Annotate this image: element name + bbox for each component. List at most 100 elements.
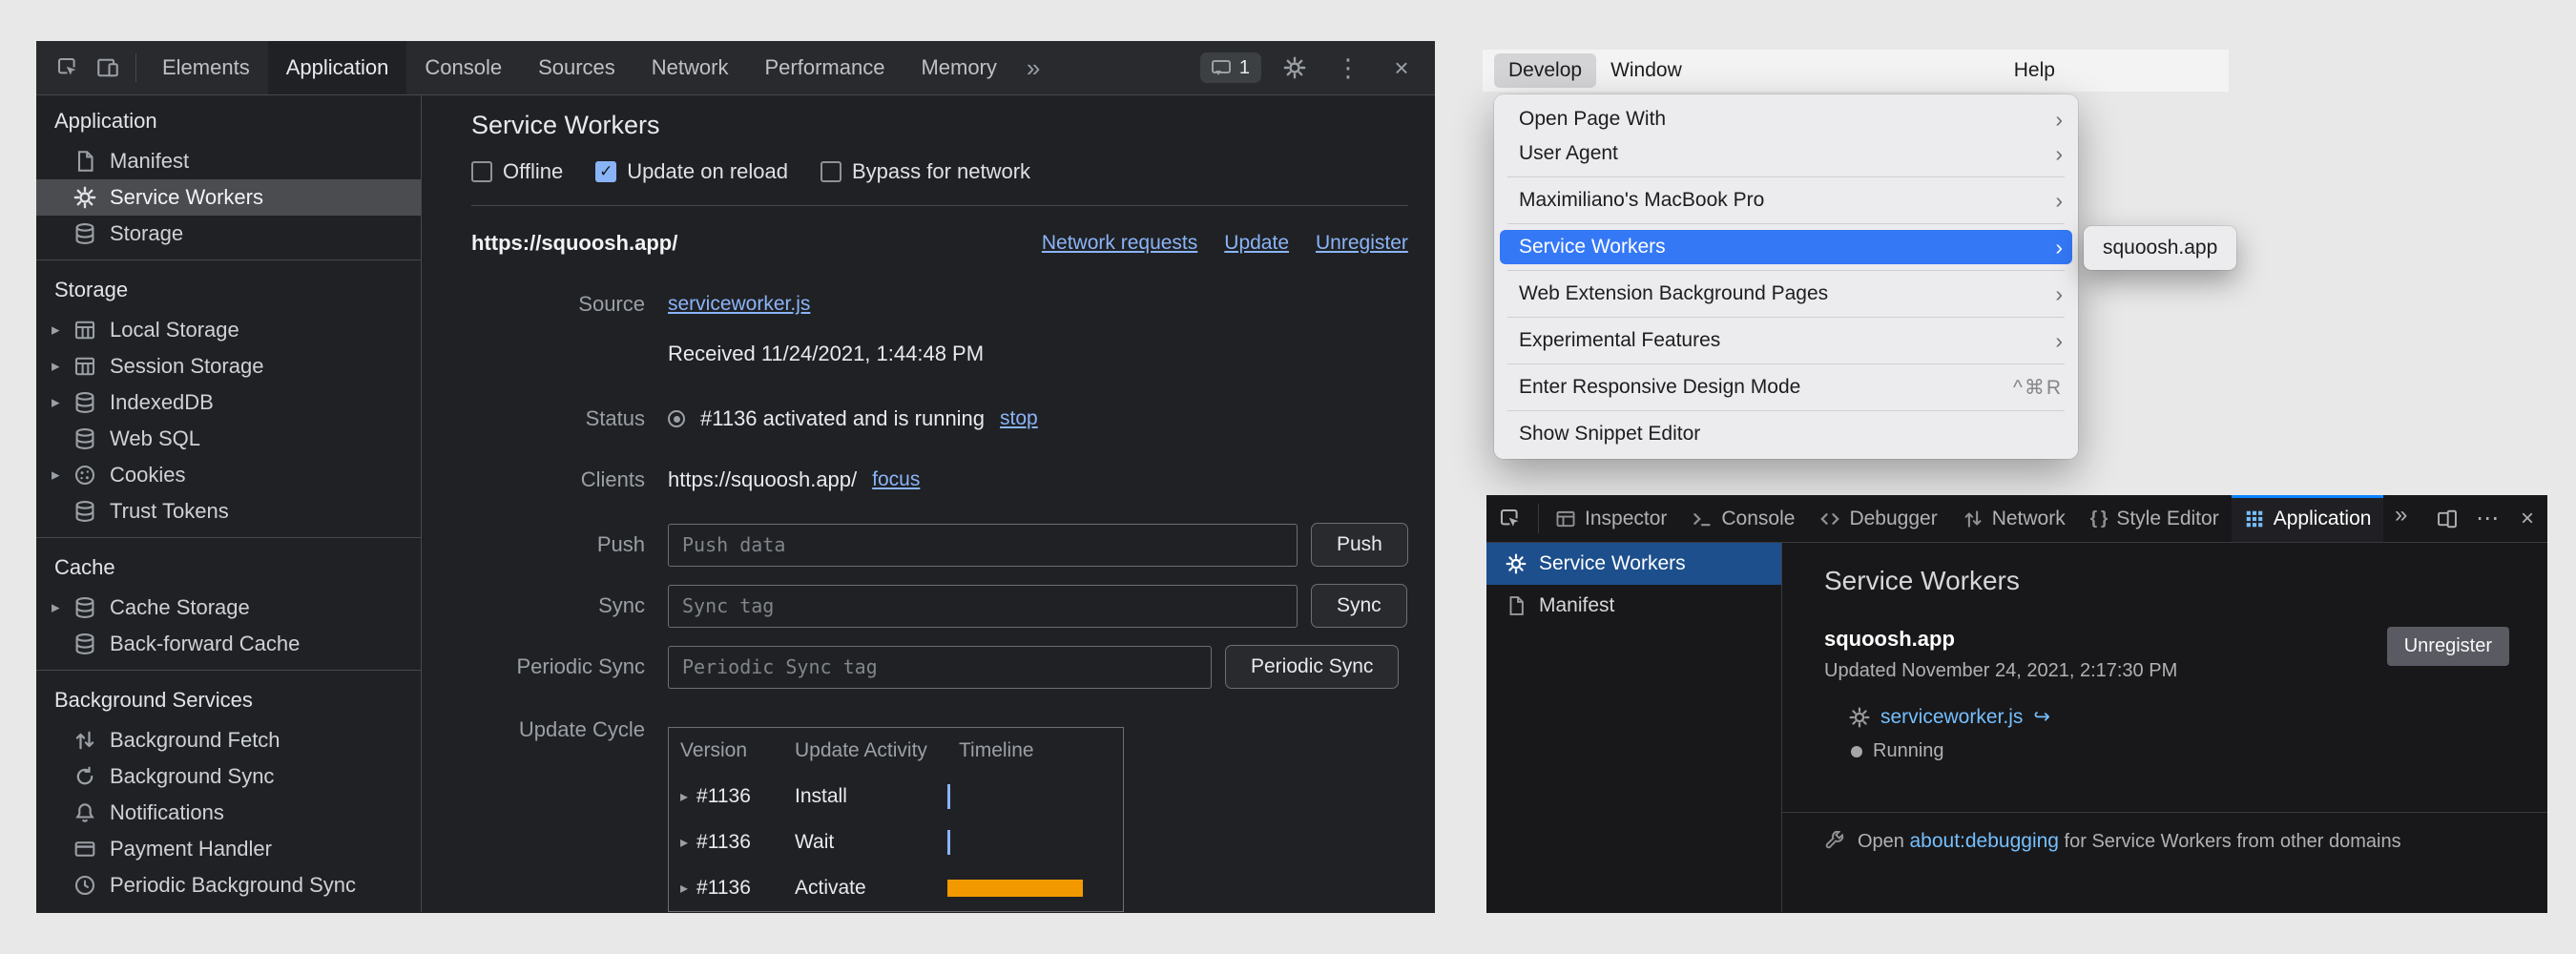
tab-console[interactable]: Console [406, 41, 520, 94]
menubar-item-help[interactable]: Help [2000, 53, 2069, 88]
tab-inspector[interactable]: Inspector [1543, 495, 1679, 542]
expand-arrow-icon[interactable] [52, 393, 73, 412]
sidebar-item-back-forward-cache[interactable]: Back-forward Cache [36, 626, 421, 662]
table-row[interactable]: #1136 Wait [669, 819, 1123, 865]
sidebar-item-payment-handler[interactable]: Payment Handler [36, 831, 421, 867]
source-label: Source [471, 292, 645, 317]
responsive-design-mode-icon[interactable] [2427, 499, 2467, 539]
close-devtools-icon[interactable]: × [2507, 499, 2547, 539]
tab-network[interactable]: Network [1950, 495, 2078, 542]
submenu-item-squoosh-app[interactable]: squoosh.app [2103, 237, 2217, 259]
more-tabs-chevron-icon[interactable]: » [1015, 41, 1051, 94]
close-devtools-icon[interactable]: × [1381, 48, 1422, 88]
device-toolbar-icon[interactable] [88, 48, 128, 88]
expand-arrow-icon[interactable] [680, 833, 688, 852]
menu-item-user-agent[interactable]: User Agent [1494, 136, 2078, 171]
sidebar-item-manifest[interactable]: Manifest [1486, 585, 1781, 627]
sidebar-item-local-storage[interactable]: Local Storage [36, 312, 421, 348]
menu-item-experimental-features[interactable]: Experimental Features [1494, 323, 2078, 358]
unregister-button[interactable]: Unregister [2387, 627, 2509, 666]
offline-checkbox-group[interactable]: Offline [471, 159, 563, 184]
network-requests-link[interactable]: Network requests [1042, 232, 1197, 255]
menubar-item-develop[interactable]: Develop [1494, 53, 1596, 88]
push-data-input[interactable] [668, 524, 1298, 567]
menu-item-enter-responsive-design-mode[interactable]: Enter Responsive Design Mode^⌘R [1494, 370, 2078, 404]
tab-performance[interactable]: Performance [746, 41, 903, 94]
unregister-link[interactable]: Unregister [1316, 232, 1408, 255]
serviceworker-js-link[interactable]: serviceworker.js [668, 293, 810, 316]
sidebar-item-manifest[interactable]: Manifest [36, 143, 421, 179]
push-button[interactable]: Push [1311, 523, 1408, 567]
menu-item-service-workers[interactable]: Service Workers [1500, 230, 2072, 264]
bell-icon [73, 801, 97, 824]
issues-button[interactable]: 1 [1200, 52, 1261, 83]
update-on-reload-checkbox-group[interactable]: Update on reload [595, 159, 788, 184]
expand-arrow-icon[interactable] [52, 357, 73, 376]
update-link[interactable]: Update [1224, 232, 1289, 255]
more-options-icon[interactable]: ⋮ [1328, 48, 1368, 88]
clock-icon [73, 874, 97, 897]
sidebar-item-background-sync[interactable]: Background Sync [36, 758, 421, 795]
inspect-element-icon[interactable] [48, 48, 88, 88]
element-picker-icon[interactable] [1486, 495, 1534, 542]
application-sidebar: Service Workers Manifest [1486, 543, 1782, 912]
sidebar-item-trust-tokens[interactable]: Trust Tokens [36, 493, 421, 529]
expand-arrow-icon[interactable] [680, 787, 688, 806]
chrome-devtools-window: Elements Application Console Sources Net… [36, 41, 1435, 913]
expand-arrow-icon[interactable] [52, 321, 73, 340]
sync-tag-input[interactable] [668, 585, 1298, 628]
updated-timestamp: Updated November 24, 2021, 2:17:30 PM [1824, 660, 2177, 682]
tab-debugger[interactable]: Debugger [1807, 495, 1949, 542]
sidebar-item-service-workers[interactable]: Service Workers [1486, 543, 1781, 585]
sidebar-item-cache-storage[interactable]: Cache Storage [36, 590, 421, 626]
sidebar-item-cookies[interactable]: Cookies [36, 457, 421, 493]
tab-network[interactable]: Network [634, 41, 747, 94]
sidebar-item-web-sql[interactable]: Web SQL [36, 421, 421, 457]
menu-item-macbook-pro[interactable]: Maximiliano's MacBook Pro [1494, 183, 2078, 218]
periodic-sync-button[interactable]: Periodic Sync [1225, 645, 1399, 689]
expand-arrow-icon[interactable] [52, 466, 73, 485]
gear-icon [73, 186, 97, 209]
menu-item-show-snippet-editor[interactable]: Show Snippet Editor [1494, 417, 2078, 451]
sidebar-divider [36, 259, 421, 260]
periodic-sync-tag-input[interactable] [668, 646, 1212, 689]
more-tabs-chevron-icon[interactable]: » [2383, 495, 2419, 535]
tab-application[interactable]: Application [2232, 495, 2384, 542]
tab-style-editor[interactable]: { } Style Editor [2078, 495, 2232, 542]
about-debugging-link[interactable]: about:debugging [1909, 830, 2059, 852]
sync-button[interactable]: Sync [1311, 584, 1407, 628]
sidebar-item-storage[interactable]: Storage [36, 216, 421, 252]
sidebar-item-notifications[interactable]: Notifications [36, 795, 421, 831]
tab-memory[interactable]: Memory [903, 41, 1014, 94]
jump-to-debugger-icon[interactable] [2033, 705, 2050, 729]
menu-divider [1507, 270, 2065, 271]
focus-link[interactable]: focus [872, 468, 920, 491]
tab-sources[interactable]: Sources [520, 41, 634, 94]
bypass-for-network-checkbox-group[interactable]: Bypass for network [821, 159, 1030, 184]
table-row[interactable]: #1136 Activate [669, 865, 1123, 911]
wrench-icon [1824, 831, 1845, 852]
bypass-for-network-checkbox[interactable] [821, 161, 841, 182]
sidebar-item-session-storage[interactable]: Session Storage [36, 348, 421, 384]
sidebar-item-periodic-background-sync[interactable]: Periodic Background Sync [36, 867, 421, 903]
menu-item-web-extension-background-pages[interactable]: Web Extension Background Pages [1494, 277, 2078, 311]
sidebar-item-indexeddb[interactable]: IndexedDB [36, 384, 421, 421]
update-on-reload-checkbox[interactable] [595, 161, 616, 182]
menubar-item-window[interactable]: Window [1596, 53, 1696, 88]
expand-arrow-icon[interactable] [52, 598, 73, 617]
sidebar-section-background-services: Background Services [36, 678, 421, 722]
stop-link[interactable]: stop [1000, 407, 1038, 430]
tab-elements[interactable]: Elements [144, 41, 268, 94]
settings-gear-icon[interactable] [1275, 48, 1315, 88]
tab-console[interactable]: Console [1679, 495, 1807, 542]
menu-item-open-page-with[interactable]: Open Page With [1494, 102, 2078, 136]
timeline-tick [947, 784, 950, 809]
sidebar-item-service-workers[interactable]: Service Workers [36, 179, 421, 216]
table-row[interactable]: #1136 Install [669, 774, 1123, 819]
tab-application[interactable]: Application [268, 41, 407, 94]
serviceworker-js-link[interactable]: serviceworker.js [1880, 706, 2023, 729]
sidebar-item-background-fetch[interactable]: Background Fetch [36, 722, 421, 758]
more-options-icon[interactable]: ⋯ [2467, 499, 2507, 539]
offline-checkbox[interactable] [471, 161, 492, 182]
expand-arrow-icon[interactable] [680, 879, 688, 898]
